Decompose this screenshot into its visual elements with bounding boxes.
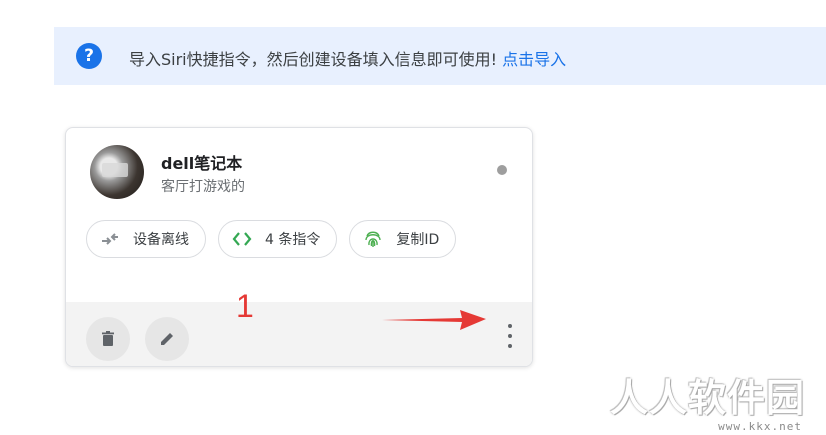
more-dot (508, 344, 512, 348)
device-chips: 设备离线 4 条指令 复制ID (86, 220, 457, 258)
offline-status-chip[interactable]: 设备离线 (86, 220, 206, 258)
offline-arrows-icon (99, 228, 121, 250)
watermark-title: 人人软件园 (610, 376, 806, 420)
annotation-arrow-icon (382, 310, 486, 330)
import-notice-banner: ? 导入Siri快捷指令，然后创建设备填入信息即可使用! 点击导入 (54, 27, 826, 85)
edit-button[interactable] (145, 317, 189, 361)
import-link[interactable]: 点击导入 (502, 50, 566, 69)
commands-chip[interactable]: 4 条指令 (218, 220, 338, 258)
delete-button[interactable] (86, 317, 130, 361)
fingerprint-icon (362, 228, 384, 250)
code-icon (231, 228, 253, 250)
chip-label: 复制ID (396, 232, 440, 248)
notice-message: 导入Siri快捷指令，然后创建设备填入信息即可使用! (129, 50, 498, 69)
chip-label: 设备离线 (133, 232, 189, 248)
status-indicator (497, 165, 507, 175)
annotation-number: 1 (236, 288, 254, 324)
more-dot (508, 324, 512, 328)
pencil-icon (161, 333, 173, 345)
trash-icon (102, 331, 114, 346)
more-dot (508, 334, 512, 338)
watermark-url: www.kkx.net (718, 420, 802, 433)
copy-id-chip[interactable]: 复制ID (349, 220, 457, 258)
more-options-button[interactable] (498, 322, 522, 350)
watermark-logo: 人人软件园 www.kkx.net (610, 378, 820, 434)
device-description: 客厅打游戏的 (161, 179, 245, 195)
device-name: dell笔记本 (161, 154, 243, 173)
chip-label: 4 条指令 (265, 232, 321, 248)
help-circle-icon: ? (76, 43, 102, 69)
notice-text-line: 导入Siri快捷指令，然后创建设备填入信息即可使用! 点击导入 (129, 46, 566, 70)
device-avatar (90, 145, 144, 199)
